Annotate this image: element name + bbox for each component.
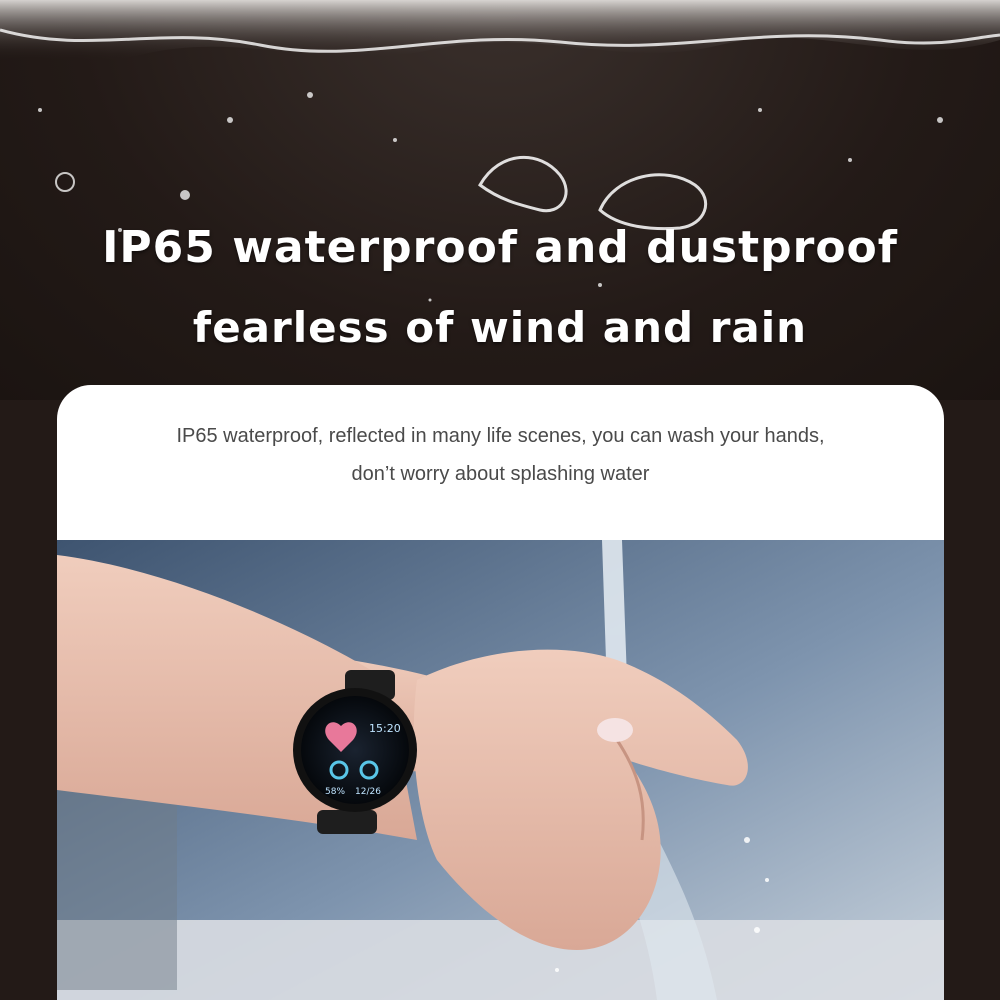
hero-banner: IP65 waterproof and dustproof fearless o… [0, 0, 1000, 400]
watch-date: 12/26 [355, 787, 381, 797]
headline-line-1: IP65 waterproof and dustproof [102, 222, 898, 273]
headline-line-2: fearless of wind and rain [192, 303, 808, 352]
watch-steps: 58% [325, 787, 345, 797]
feature-card: IP65 waterproof, reflected in many life … [57, 385, 944, 1000]
description-line-2: don’t worry about splashing water [351, 463, 650, 485]
hand-washing-photo: 15:20 58% 12/26 [57, 540, 944, 1000]
watch-time: 15:20 [369, 722, 401, 735]
description-line-1: IP65 waterproof, reflected in many life … [176, 425, 825, 447]
large-droplets [478, 155, 708, 231]
